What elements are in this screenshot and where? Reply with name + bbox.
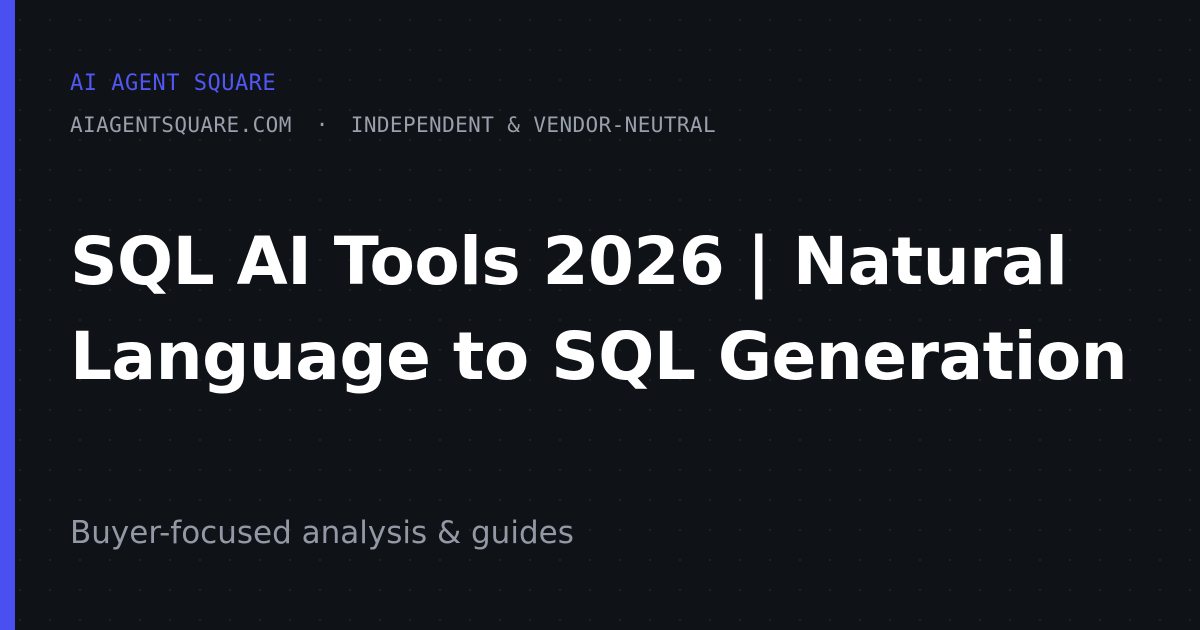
brand-tagline: INDEPENDENT & VENDOR-NEUTRAL [350, 113, 716, 137]
accent-bar [0, 0, 15, 630]
brand-domain: AIAGENTSQUARE.COM [70, 113, 292, 137]
page-subtitle: Buyer-focused analysis & guides [70, 515, 574, 551]
page-title: SQL AI Tools 2026 | Natural Language to … [70, 223, 1128, 395]
brand-name: AI AGENT SQUARE [70, 71, 277, 96]
brand-meta: AIAGENTSQUARE.COM · INDEPENDENT & VENDOR-N… [70, 111, 716, 139]
meta-separator: · [315, 113, 329, 137]
card-content: AI AGENT SQUARE AIAGENTSQUARE.COM · INDEPE… [70, 0, 1170, 630]
